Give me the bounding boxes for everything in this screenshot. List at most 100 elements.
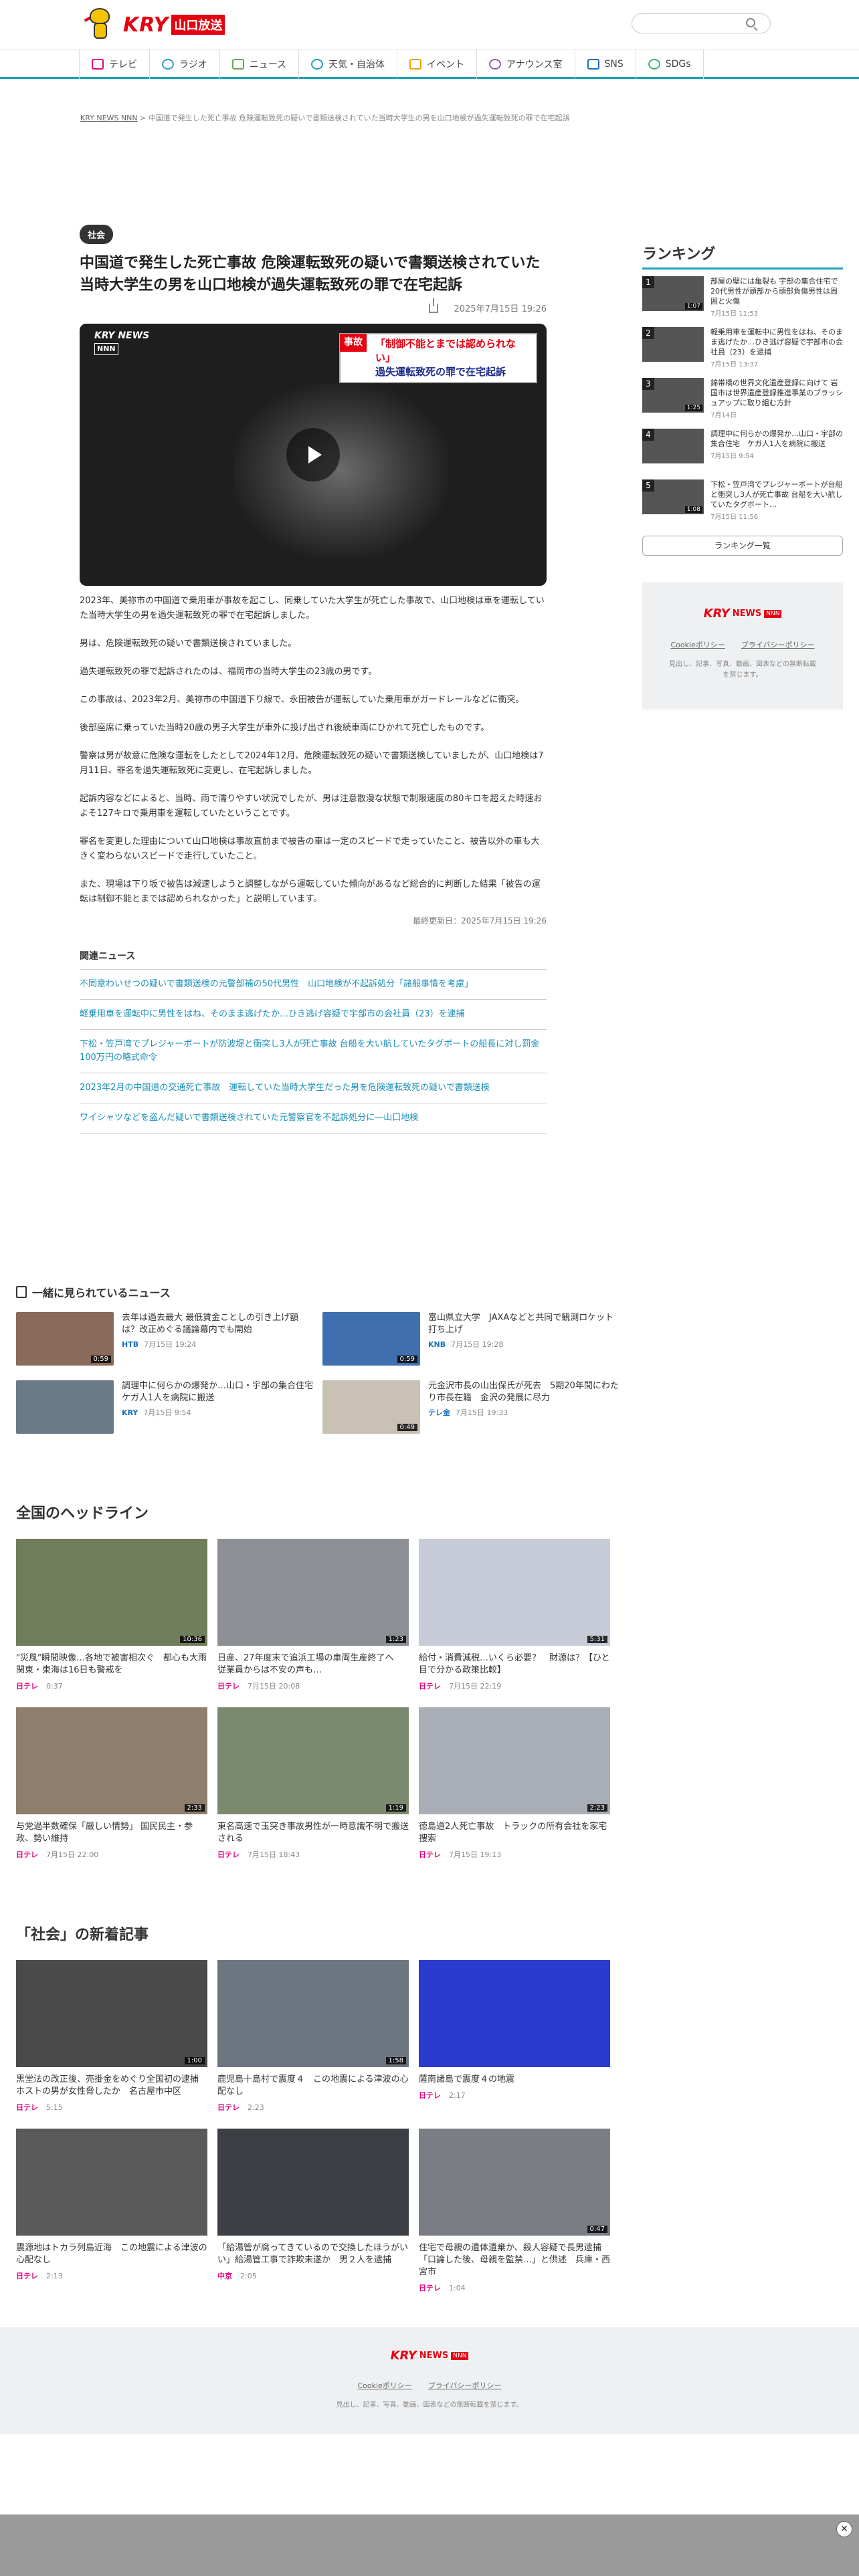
ranking-text: 部屋の壁には亀裂も 宇部の集合住宅で20代男性が頭部から頭部負傷男性は周囲と火傷… [710, 276, 843, 327]
news-thumbnail: 2:23 [419, 1707, 610, 1814]
nav-icon [162, 59, 174, 70]
rank-number: 3 [642, 378, 654, 390]
video-duration: 1:08 [684, 506, 702, 513]
news-card[interactable]: 薩南諸島で震度４の地震 日テレ 2:17 [419, 1960, 610, 2118]
seen-text: 元金沢市長の山出保氏が死去 5期20年間にわたり市長在籍 金沢の発展に尽力 テレ金… [428, 1380, 622, 1434]
news-card[interactable]: 1:00 黒堂法の改正後、売掛金をめぐり全国初の逮捕 ホストの男が女性脅したか 名… [16, 1960, 207, 2118]
sidebar: ランキング 1 1:07 部屋の壁には亀裂も 宇部の集合住宅で20代男性が頭部から頭… [642, 242, 843, 710]
nav-item[interactable]: SNS [574, 49, 636, 79]
play-button[interactable] [286, 428, 340, 481]
cookie-policy-link[interactable]: Cookieポリシー [357, 2380, 411, 2391]
kry-news-logo: KRY NEWS NNN [704, 607, 782, 621]
seen-together-item[interactable]: 調理中に何らかの爆発か…山口・宇部の集合住宅 ケガ人1人を病院に搬送 KRY 7月1… [16, 1380, 322, 1434]
news-meta: 日テレ 0:37 [16, 1681, 207, 1691]
rank-number: 2 [642, 327, 654, 339]
news-card[interactable]: 震源地はトカラ列島近海 この地震による津波の心配なし 日テレ 2:13 [16, 2129, 207, 2286]
video-duration: 1:58 [385, 2057, 406, 2064]
rank-number: 4 [642, 429, 654, 441]
nav-item[interactable]: イベント [397, 49, 476, 79]
close-icon[interactable]: ✕ [836, 2521, 852, 2537]
news-card[interactable]: 0:47 住宅で母親の遺体遺棄か、殺人容疑で長男逮捕「口論した後、母親を監禁…」と… [419, 2129, 610, 2292]
news-card[interactable]: 「給湯管が腐ってきているので交換したほうがいい」給湯管工事で詐欺未遂か 男２人を… [217, 2129, 409, 2286]
news-card[interactable]: 1:23 日産、27年度末で追浜工場の車両生産終了へ 従業員からは不安の声も… 日テ… [217, 1539, 409, 1697]
seen-text: 富山県立大学 JAXAなどと共同で観測ロケット打ち上げ KNB 7月15日 19:2… [428, 1312, 622, 1366]
news-date: 7月15日 19:13 [449, 1850, 502, 1859]
video-player[interactable]: KRY NEWS NNN 事故 「制御不能とまでは認められない」 過失運転致死の… [80, 324, 547, 586]
article-body: 2023年、美祢市の中国道で乗用車が事故を起こし、同乗していた大学生が死亡した事… [80, 594, 547, 907]
nav-icon [92, 59, 104, 70]
seen-together-heading: 一緒に見られているニュース [16, 1284, 618, 1300]
article-paragraph: 起訴内容などによると、当時、雨で濡りやすい状況でしたが、男は注意散漫な状態で制限… [80, 794, 543, 819]
site-footer: KRY NEWS NNN Cookieポリシー プライバシーポリシー 見出し、記… [0, 2327, 859, 2434]
ranking-title: 軽乗用車を運転中に男性をはね、そのまま逃げたか…ひき逃げ容疑で宇部市の会社員（2… [710, 328, 843, 356]
share-icon[interactable] [428, 298, 438, 313]
news-title: 「給湯管が腐ってきているので交換したほうがいい」給湯管工事で詐欺未遂か 男２人を… [217, 2243, 408, 2265]
news-source: HTB [122, 1339, 139, 1349]
ranking-item[interactable]: 2 軽乗用車を運転中に男性をはね、そのまま逃げたか…ひき逃げ容疑で宇部市の会社員（… [642, 327, 843, 378]
category-tag[interactable]: 社会 [80, 225, 114, 244]
nav-item-label: ニュース [249, 60, 287, 70]
nav-item[interactable]: アナウンス室 [476, 49, 574, 79]
news-card[interactable]: 5:31 給付・消費減税…いくら必要？ 財源は？【ひと目で分かる政策比較】 日テレ 7… [419, 1539, 610, 1697]
nav-icon [409, 59, 422, 70]
site-logo[interactable]: KRY 山口放送 [84, 5, 225, 44]
ranking-item[interactable]: 4 調理中に何らかの爆発か…山口・宇部の集合住宅 ケガ人1人を病院に搬送 7月15日… [642, 429, 843, 479]
news-source: 日テレ [419, 1682, 441, 1691]
article-meta: 2025年7月15日 19:26 [80, 298, 547, 314]
search-icon[interactable] [746, 18, 755, 27]
cookie-policy-link[interactable]: Cookieポリシー [670, 639, 725, 650]
caption-tag: 事故 [340, 334, 367, 352]
news-card[interactable]: 2:33 与党過半数確保「厳しい情勢」 国民民主・参政、勢い維持 日テレ 7月15日 … [16, 1707, 207, 1865]
news-date: 2:13 [46, 2271, 63, 2280]
search-input[interactable] [632, 13, 771, 33]
related-news-link[interactable]: ワイシャツなどを盗んだ疑いで書類送検されていた元警察官を不起訴処分に―山口地検 [80, 1103, 547, 1134]
article-paragraph: 2023年、美祢市の中国道で乗用車が事故を起こし、同乗していた大学生が死亡した事… [80, 596, 545, 621]
national-headlines-section: 全国のヘッドライン 10:36 "災風"瞬間映像…各地で被害相次ぐ 都心も大雨 関… [16, 1501, 618, 1865]
nav-item-label: ラジオ [179, 60, 207, 70]
society-news-heading: 「社会」の新着記事 [16, 1927, 149, 1943]
sidebar-footer: KRY NEWS NNN Cookieポリシー プライバシーポリシー 見出し、記… [642, 582, 843, 710]
related-news-link[interactable]: 軽乗用車を運転中に男性をはね、そのまま逃げたか…ひき逃げ容疑で宇部市の会社員（2… [80, 1000, 547, 1030]
nav-item[interactable]: ラジオ [149, 49, 219, 79]
ranking-item[interactable]: 1 1:07 部屋の壁には亀裂も 宇部の集合住宅で20代男性が頭部から頭部負傷男性は… [642, 276, 843, 327]
news-card[interactable]: 2:23 徳島道2人死亡事故 トラックの所有会社を家宅捜索 日テレ 7月15日 19:… [419, 1707, 610, 1865]
ad-banner: ✕ [0, 2514, 859, 2576]
video-thumbnail-scene [233, 384, 448, 558]
news-title: 与党過半数確保「厳しい情勢」 国民民主・参政、勢い維持 [16, 1822, 193, 1844]
nav-item[interactable]: ニュース [219, 49, 298, 79]
logo-brand: KRY [123, 13, 169, 37]
nav-item-label: テレビ [109, 60, 137, 70]
news-card[interactable]: 1:19 東名高速で玉突き事故男性が一時意識不明で搬送される 日テレ 7月15日 18… [217, 1707, 409, 1865]
breadcrumb-current: 中国道で発生した死亡事故 危険運転致死の疑いで書類送検されていた当時大学生の男を… [148, 114, 570, 122]
ranking-item[interactable]: 5 1:08 下松・笠戸湾でプレジャーボートが台船と衝突し3人が死亡事故 台船を大い… [642, 479, 843, 530]
ranking-heading: ランキング [642, 242, 843, 270]
related-news-link[interactable]: 2023年2月の中国道の交通死亡事故 運転していた当時大学生だった男を危険運転致… [80, 1073, 547, 1103]
news-source: 日テレ [16, 2103, 38, 2112]
news-date: 7月15日 22:00 [46, 1850, 99, 1859]
copyright-notice: 見出し、記事、写真、動画、図表などの無断転載を禁じます。 [669, 661, 816, 679]
related-news-link[interactable]: 不同意わいせつの疑いで書類送検の元警部補の50代男性 山口地検が不起訴処分「諸般… [80, 970, 547, 1000]
national-headlines-heading: 全国のヘッドライン [16, 1505, 149, 1522]
privacy-policy-link[interactable]: プライバシーポリシー [428, 2380, 502, 2391]
video-duration: 1:23 [385, 1636, 406, 1643]
ranking-more-button[interactable]: ランキング一覧 [642, 536, 843, 556]
ranking-thumbnail: 4 [642, 429, 704, 463]
seen-together-item[interactable]: 0:49 元金沢市長の山出保氏が死去 5期20年間にわたり市長在籍 金沢の発展に尽… [322, 1380, 622, 1434]
nav-item[interactable]: 天気・自治体 [298, 49, 397, 79]
seen-together-item[interactable]: 0:59 富山県立大学 JAXAなどと共同で観測ロケット打ち上げ KNB 7月15日 … [322, 1312, 622, 1366]
related-news-link[interactable]: 下松・笠戸湾でプレジャーボートが防波堤と衝突し3人が死亡事故 台船を大い航してい… [80, 1030, 547, 1073]
ranking-item[interactable]: 3 1:25 錦帯橋の世界文化遺産登録に向けて 岩国市は世界遺産登録推進事業のブラッ… [642, 378, 843, 429]
news-source: KRY [122, 1408, 138, 1417]
breadcrumb-home-link[interactable]: KRY NEWS NNN [80, 114, 138, 122]
nav-item[interactable]: SDGs [635, 49, 704, 79]
video-duration: 1:25 [684, 405, 702, 411]
news-card[interactable]: 1:58 鹿児島十島村で震度４ この地震による津波の心配なし 日テレ 2:23 [217, 1960, 409, 2118]
news-thumbnail: 1:19 [217, 1707, 409, 1814]
video-caption: 事故 「制御不能とまでは認められない」 過失運転致死の罪で在宅起訴 [339, 333, 537, 383]
seen-together-item[interactable]: 0:59 去年は過去最大 最低賃金ことしの引き上げ額は？改正めぐる議論幕内でも開始… [16, 1312, 316, 1366]
nav-item[interactable]: テレビ [79, 49, 149, 79]
article-paragraph: 過失運転致死の罪で起訴されたのは、福岡市の当時大学生の23歳の男です。 [80, 667, 377, 677]
news-thumbnail: 1:58 [217, 1960, 409, 2067]
news-card[interactable]: 10:36 "災風"瞬間映像…各地で被害相次ぐ 都心も大雨 関東・東海は16日も警… [16, 1539, 215, 1697]
privacy-policy-link[interactable]: プライバシーポリシー [741, 639, 815, 650]
